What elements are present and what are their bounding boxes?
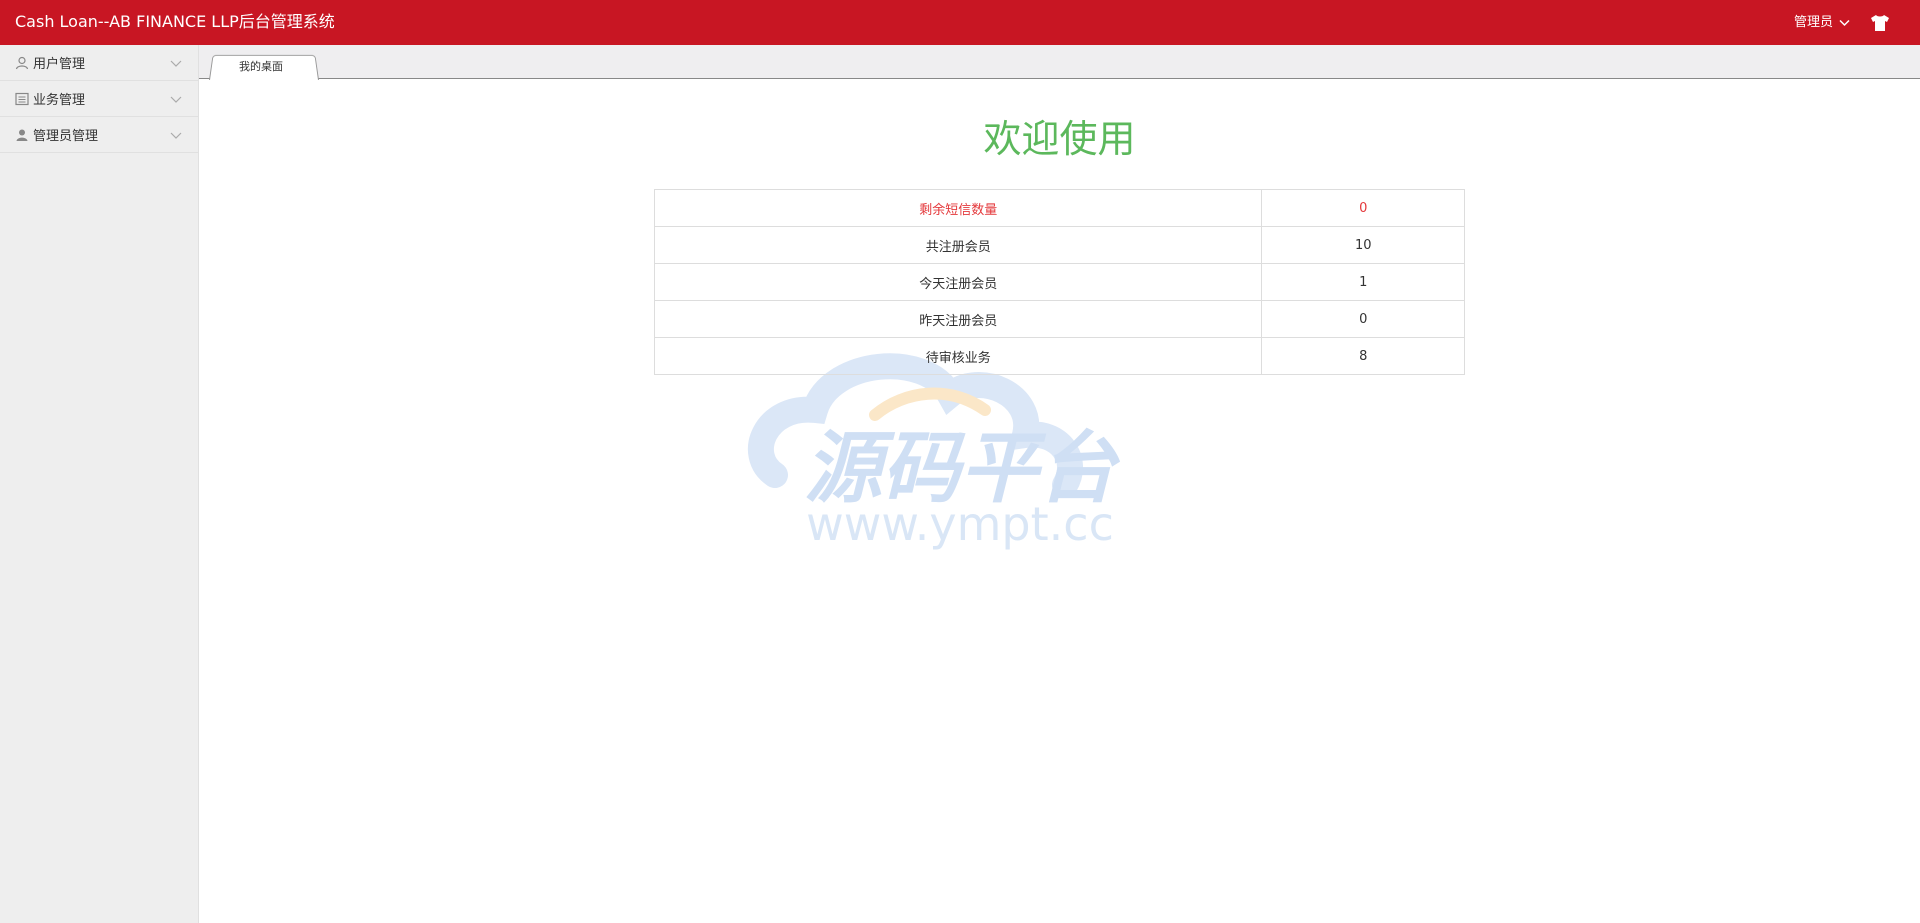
stats-table: 剩余短信数量 0 共注册会员 10 今天注册会员 1 昨天注册会员 0 待审核业… xyxy=(653,189,1465,375)
chevron-down-icon xyxy=(1839,19,1850,27)
chevron-down-icon xyxy=(170,132,182,139)
table-row: 今天注册会员 1 xyxy=(653,263,1465,301)
sidebar-item-business-management[interactable]: 业务管理 xyxy=(0,81,198,117)
stat-label: 昨天注册会员 xyxy=(653,300,1263,338)
stat-value: 0 xyxy=(1261,300,1465,338)
chevron-down-icon xyxy=(170,96,182,103)
sidebar-item-user-management[interactable]: 用户管理 xyxy=(0,45,198,81)
admin-user-label: 管理员 xyxy=(1793,15,1833,30)
watermark-title: 源码平台 xyxy=(804,424,1121,514)
chevron-down-icon xyxy=(170,60,182,67)
stat-value: 8 xyxy=(1261,337,1465,375)
tab-my-desktop[interactable]: 我的桌面 xyxy=(207,59,315,75)
main-content: 欢迎使用 源码平台 www.ympt.cc 剩余短信数量 0 共注册会员 10 … xyxy=(199,80,1920,923)
tab-bar xyxy=(199,45,1920,80)
app-title: Cash Loan--AB FINANCE LLP后台管理系统 xyxy=(15,12,335,31)
sidebar-item-label: 管理员管理 xyxy=(33,129,99,144)
stat-value: 0 xyxy=(1261,189,1465,227)
stat-value: 10 xyxy=(1261,226,1465,264)
user-solid-icon xyxy=(16,129,28,141)
admin-user-menu[interactable]: 管理员 xyxy=(1794,14,1850,32)
sidebar-item-label: 用户管理 xyxy=(33,57,86,72)
watermark-url: www.ympt.cc xyxy=(806,497,1114,551)
table-row: 剩余短信数量 0 xyxy=(653,189,1465,227)
stat-label: 今天注册会员 xyxy=(653,263,1263,301)
user-outline-icon xyxy=(15,56,29,69)
tshirt-icon[interactable] xyxy=(1870,14,1890,32)
table-row: 待审核业务 8 xyxy=(653,337,1465,375)
stat-label: 待审核业务 xyxy=(653,337,1263,375)
sidebar-item-admin-management[interactable]: 管理员管理 xyxy=(0,117,198,153)
top-header-bar: Cash Loan--AB FINANCE LLP后台管理系统 管理员 xyxy=(0,0,1920,45)
table-row: 昨天注册会员 0 xyxy=(653,300,1465,338)
sidebar-nav: 用户管理 业务管理 管理员管理 xyxy=(0,45,199,923)
welcome-heading: 欢迎使用 xyxy=(983,117,1136,161)
document-list-icon xyxy=(15,92,29,105)
stat-label: 剩余短信数量 xyxy=(653,189,1263,227)
stat-value: 1 xyxy=(1261,263,1465,301)
table-row: 共注册会员 10 xyxy=(653,226,1465,264)
stat-label: 共注册会员 xyxy=(653,226,1263,264)
sidebar-item-label: 业务管理 xyxy=(33,93,86,108)
